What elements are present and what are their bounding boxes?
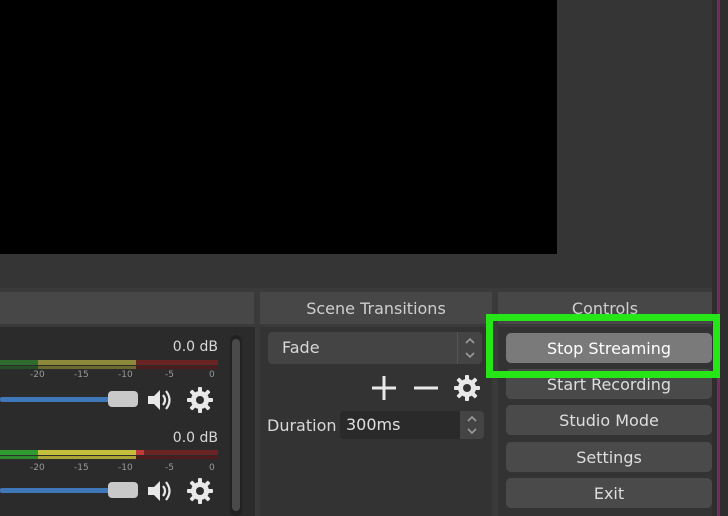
- track-2-meter-bottom: [0, 456, 218, 459]
- mixer-scroll-thumb[interactable]: [232, 339, 240, 511]
- track-2-meter-top: [0, 450, 218, 455]
- gear-icon[interactable]: [453, 374, 481, 402]
- mixer-scrollbar[interactable]: [230, 335, 242, 516]
- window-edge: [712, 0, 728, 516]
- duration-input[interactable]: 300ms: [340, 411, 484, 439]
- program-preview[interactable]: [0, 0, 557, 254]
- meter-green-segment: [0, 450, 38, 455]
- chevron-down-icon: [465, 352, 475, 359]
- track-2-volume-bar[interactable]: [0, 488, 110, 493]
- exit-button[interactable]: Exit: [506, 478, 712, 508]
- tick-label: 0: [209, 463, 215, 473]
- duration-spinner[interactable]: [460, 411, 484, 439]
- track-1-db-label: 0.0 dB: [172, 339, 218, 355]
- track-2-db-label: 0.0 dB: [172, 430, 218, 446]
- duration-value: 300ms: [346, 415, 401, 434]
- tick-label: -20: [30, 370, 45, 380]
- chevron-up-icon: [465, 337, 475, 344]
- meter-yellow-segment: [38, 366, 136, 369]
- tick-label: -5: [165, 370, 174, 380]
- tick-label: -5: [165, 463, 174, 473]
- meter-peak-segment: [136, 450, 144, 455]
- meter-yellow-segment: [38, 456, 136, 459]
- obs-window: Scene Transitions Controls 0.0 dB -20 -1…: [0, 0, 728, 516]
- studio-mode-button[interactable]: Studio Mode: [506, 405, 712, 435]
- highlight-box: [486, 314, 720, 378]
- meter-green-segment: [0, 456, 38, 459]
- audio-mixer-header: [0, 292, 254, 324]
- transition-select-value: Fade: [282, 338, 320, 357]
- settings-button[interactable]: Settings: [506, 442, 712, 472]
- track-1-volume-knob[interactable]: [108, 391, 138, 407]
- meter-red-segment: [136, 360, 218, 365]
- plus-icon[interactable]: [370, 374, 398, 402]
- meter-yellow-segment: [38, 450, 136, 455]
- edge-accent: [717, 0, 720, 516]
- meter-yellow-segment: [38, 360, 136, 365]
- track-1-ticks: -20 -15 -10 -5 0: [0, 370, 222, 382]
- gear-icon[interactable]: [186, 386, 214, 414]
- gear-icon[interactable]: [186, 477, 214, 505]
- speaker-icon[interactable]: [146, 387, 174, 413]
- track-1-volume-bar[interactable]: [0, 397, 110, 402]
- transition-select-spinner[interactable]: [457, 332, 482, 364]
- tick-label: -15: [74, 370, 89, 380]
- tick-label: -10: [118, 463, 133, 473]
- chevron-down-icon[interactable]: [466, 425, 478, 437]
- chevron-up-icon[interactable]: [466, 413, 478, 425]
- mixer-track-1: 0.0 dB -20 -15 -10 -5 0: [0, 339, 228, 419]
- minus-icon[interactable]: [412, 374, 440, 402]
- duration-label: Duration: [267, 416, 337, 435]
- mixer-track-2: 0.0 dB -20 -15 -10 -5 0: [0, 430, 228, 510]
- tick-label: -20: [30, 463, 45, 473]
- meter-red-segment: [144, 450, 218, 455]
- speaker-icon[interactable]: [146, 478, 174, 504]
- track-2-volume-knob[interactable]: [108, 482, 138, 498]
- track-1-meter-bottom: [0, 366, 218, 369]
- tick-label: -10: [118, 370, 133, 380]
- transition-select[interactable]: Fade: [268, 332, 482, 364]
- tick-label: -15: [74, 463, 89, 473]
- track-2-ticks: -20 -15 -10 -5 0: [0, 463, 222, 475]
- tick-label: 0: [209, 370, 215, 380]
- track-1-meter-top: [0, 360, 218, 365]
- scene-transitions-header: Scene Transitions: [260, 292, 492, 324]
- meter-red-segment: [136, 366, 218, 369]
- preview-area: [0, 0, 712, 288]
- meter-red-segment: [136, 456, 218, 459]
